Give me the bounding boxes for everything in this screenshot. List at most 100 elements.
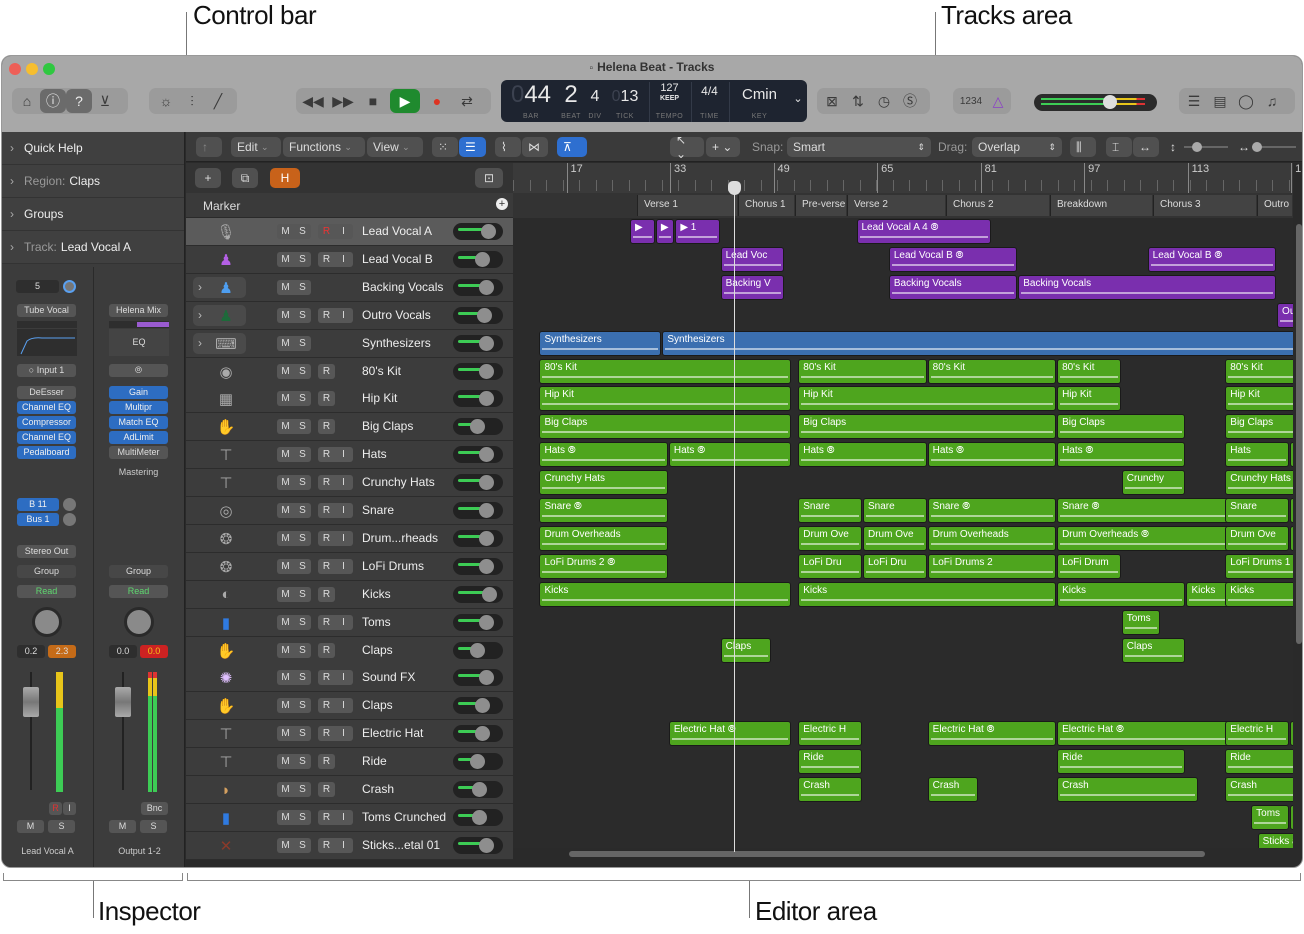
volume-knob[interactable] [479,614,494,630]
record-enable-button[interactable]: R [318,475,335,490]
waveform-zoom-icon[interactable]: ⫼ [1070,137,1096,157]
record-enable-button[interactable]: R [318,252,335,267]
input-monitor-button[interactable]: I [335,559,352,574]
library-icon[interactable]: ⌂ [14,89,40,113]
track-volume-slider[interactable] [453,306,503,324]
mute-button[interactable]: M [277,754,294,769]
region[interactable]: Electric Hat ⦾ [668,721,791,747]
lcd-display[interactable]: 044 BAR 2 BEAT 4 DIV 013 TICK 127 KEEP TEMPO 4… [501,80,807,122]
master-volume-slider[interactable] [1034,94,1157,111]
volume-knob[interactable] [476,307,492,323]
region[interactable]: Ride [1057,749,1186,775]
solo-button[interactable]: S [294,782,311,797]
track-volume-slider[interactable] [453,502,503,519]
input-monitor-button[interactable]: I [335,698,352,713]
track-header[interactable]: ♟ M S R I Lead Vocal B [186,245,513,274]
autopunch-icon[interactable]: ⇅ [845,89,871,113]
quick-help-icon[interactable]: ? [66,89,92,113]
volume-knob[interactable] [479,530,494,546]
midi-channel-field[interactable]: 5 [16,280,59,293]
record-enable-button[interactable]: R [318,447,335,462]
functions-menu[interactable]: Functions ⌄ [283,137,365,157]
volume-knob[interactable] [470,642,485,658]
region[interactable]: Snare [862,498,927,523]
region[interactable]: Big Claps [1057,414,1186,440]
horizontal-scrollbar[interactable] [513,848,1293,861]
stop-icon[interactable]: ■ [360,89,386,113]
track-header[interactable]: ✋ M S R Big Claps [186,413,513,442]
input-monitor-button[interactable]: I [335,224,352,239]
region[interactable]: LoFi Dru [862,553,927,579]
track-header[interactable]: ▮ M S R I Toms Crunched [186,803,513,832]
low-latency-icon[interactable]: ◷ [871,89,897,113]
track-name[interactable]: Sound FX [362,670,415,684]
input-monitor-button[interactable]: I [335,252,352,267]
solo-button[interactable]: S [294,364,311,379]
record-enable-button[interactable]: R [318,391,335,406]
input-button[interactable]: ○ Input 1 [17,364,76,377]
marker[interactable]: Chorus 1 [738,195,794,216]
pan-knob[interactable] [124,607,154,637]
marker[interactable]: Verse 2 [847,195,945,216]
track-header[interactable]: ◗ M S R Crash [186,776,513,804]
region[interactable]: Snare [798,498,862,523]
mute-button[interactable]: M [277,280,294,295]
region[interactable]: Hats ⦾ [668,442,791,468]
play-icon[interactable]: ▶ [390,89,420,113]
mute-button[interactable]: M [277,252,294,267]
plugin-slot[interactable]: Channel EQ [17,401,76,414]
input-monitor-button[interactable]: I [63,802,76,815]
input-monitor-button[interactable]: I [335,838,352,853]
region[interactable]: Synthesizers [662,330,1293,356]
track-name[interactable]: Crash [362,782,394,796]
track-volume-slider[interactable] [453,418,503,436]
view-menu[interactable]: View ⌄ [367,137,423,157]
region[interactable]: Kicks [539,581,791,607]
solo-button[interactable]: S [294,224,311,239]
solo-button[interactable]: S [294,336,311,351]
mute-button[interactable]: M [277,810,294,825]
duplicate-track-icon[interactable]: ⧉ [232,168,258,188]
input-monitor-button[interactable]: I [335,810,352,825]
region[interactable]: 80's Kit [798,358,927,384]
marker[interactable]: Chorus 3 [1153,195,1256,216]
volume-knob[interactable] [471,809,487,825]
region[interactable]: Drum Ove [1225,525,1289,551]
record-enable-button[interactable]: R [318,754,335,769]
volume-knob[interactable] [479,335,494,351]
track-header[interactable]: ⊤ M S R I Hats [186,441,513,470]
input-monitor-button[interactable]: I [335,447,352,462]
solo-button[interactable]: S [294,280,311,295]
mute-button[interactable]: M [277,364,294,379]
eq-thumbnail[interactable] [17,329,77,356]
record-enable-button[interactable]: R [318,670,335,685]
track-volume-slider[interactable] [453,334,503,352]
mute-button[interactable]: M [277,419,294,434]
eq-thumbnail[interactable]: EQ [109,329,169,356]
mute-button[interactable]: M [277,615,294,630]
fit-horizontal-icon[interactable]: ↔ [1133,137,1159,157]
record-enable-button[interactable]: R [318,308,335,323]
pointer-tool-icon[interactable]: ↖ ⌄ [670,133,704,161]
track-name[interactable]: Outro Vocals [362,308,431,322]
solo-button[interactable]: S [294,726,311,741]
marker[interactable]: Verse 1 [637,195,737,216]
automation-mode[interactable]: Read [109,585,168,598]
marker[interactable]: Breakdown [1050,195,1152,216]
region[interactable]: Lead Vocal B ⦾ [1147,246,1277,272]
track-volume-slider[interactable] [453,669,503,687]
region[interactable]: Drum Ove [798,525,862,551]
setting-button[interactable]: Helena Mix [109,304,168,317]
track-name[interactable]: Lead Vocal B [362,252,433,266]
send-knob[interactable] [63,513,76,526]
region[interactable]: Toms [1251,804,1289,830]
track-header[interactable]: ❂ M S R I Drum...rheads [186,524,513,553]
input-monitor-button[interactable]: I [335,308,352,323]
solo-button[interactable]: S [294,698,311,713]
track-name[interactable]: Kicks [362,587,391,601]
region[interactable]: 80's Kit [539,358,791,384]
input-monitor-button[interactable]: I [335,475,352,490]
solo-icon[interactable]: Ⓢ [897,89,923,113]
region[interactable]: ▶ 1 [675,219,720,244]
region[interactable]: Crash [1057,777,1199,802]
